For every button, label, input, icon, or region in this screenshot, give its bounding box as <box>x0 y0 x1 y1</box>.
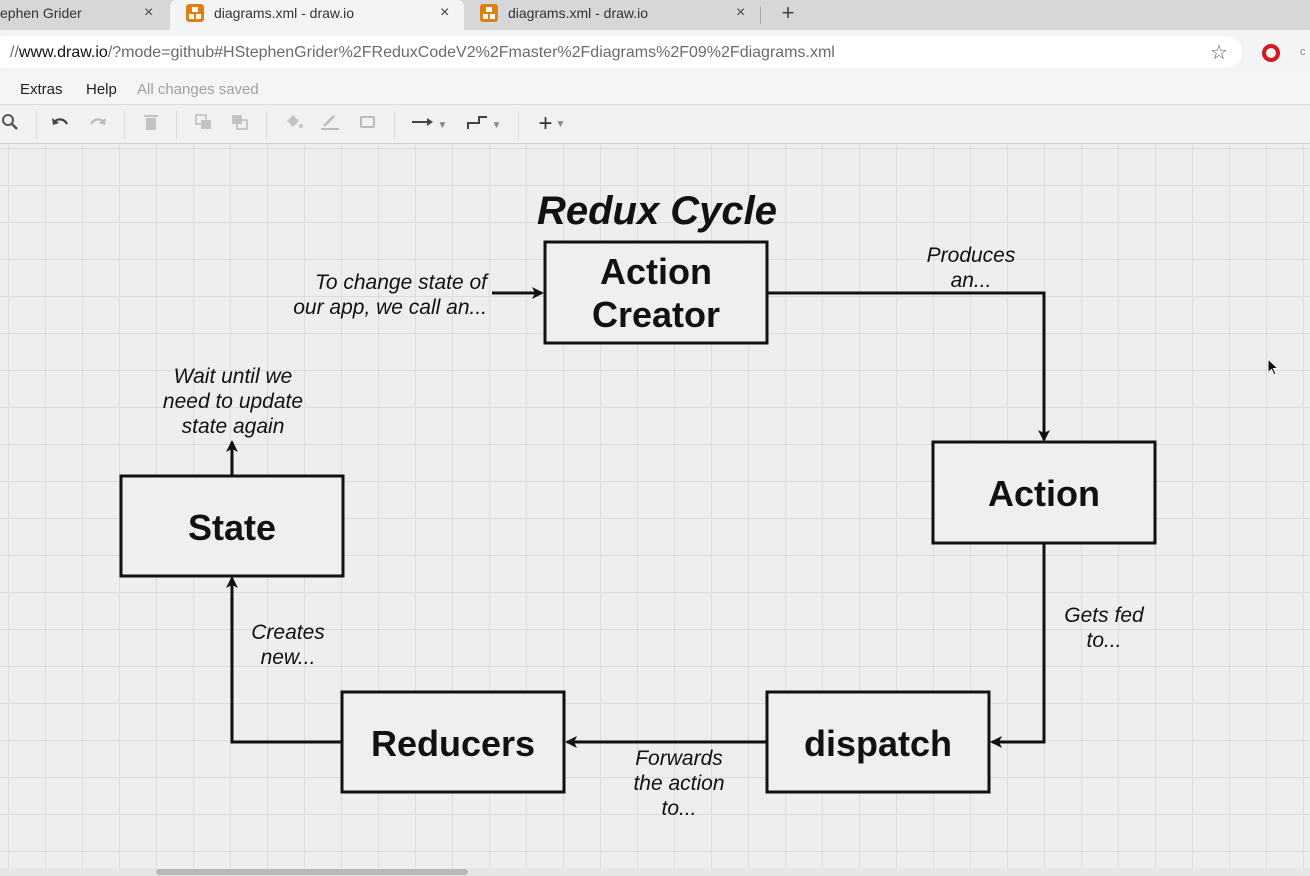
label-wait-line3[interactable]: state again <box>182 415 285 438</box>
scrollbar-thumb[interactable] <box>156 869 468 875</box>
line-color-icon[interactable] <box>318 113 342 135</box>
node-reducers[interactable]: Reducers <box>340 690 566 794</box>
toolbar-divider <box>266 111 267 139</box>
browser-tab-3[interactable]: diagrams.xml - draw.io × <box>466 0 756 30</box>
node-state-label: State <box>188 507 276 548</box>
shadow-icon[interactable] <box>356 113 380 135</box>
close-tab-icon[interactable]: × <box>736 0 745 26</box>
toolbar: ▼ ▼ + ▼ <box>0 104 1310 144</box>
browser-tab-strip: ephen Grider × diagrams.xml - draw.io × … <box>0 0 1310 30</box>
browser-tab-2[interactable]: diagrams.xml - draw.io × <box>170 0 464 30</box>
label-to-change-line1[interactable]: To change state of <box>315 271 489 294</box>
toolbar-divider <box>176 111 177 139</box>
diagram-title[interactable]: Redux Cycle <box>537 189 777 233</box>
drawio-favicon-icon <box>186 4 204 22</box>
node-reducers-label: Reducers <box>371 723 535 764</box>
label-gets-fed-line1[interactable]: Gets fed <box>1064 604 1145 627</box>
url-host: www.draw.io <box>18 44 108 61</box>
toolbar-divider <box>394 111 395 139</box>
drawio-favicon-icon <box>480 4 498 22</box>
url-path: /?mode=github#HStephenGrider%2FReduxCode… <box>107 44 835 61</box>
waypoints-icon[interactable]: ▼ <box>462 113 504 135</box>
connection-icon[interactable]: ▼ <box>408 113 450 135</box>
menu-extras[interactable]: Extras <box>20 81 63 98</box>
node-action-creator-line2: Creator <box>592 294 720 335</box>
to-front-icon[interactable] <box>192 113 216 135</box>
redo-icon[interactable] <box>86 113 110 135</box>
menubar: Extras Help All changes saved <box>0 74 1310 104</box>
mouse-cursor-icon <box>1267 358 1280 376</box>
to-back-icon[interactable] <box>228 113 252 135</box>
tab-title: diagrams.xml - draw.io <box>214 5 355 21</box>
node-action-creator-line1: Action <box>600 251 712 292</box>
extension-label[interactable]: c <box>1300 46 1306 58</box>
label-creates-line1[interactable]: Creates <box>251 621 325 644</box>
horizontal-scrollbar[interactable] <box>0 868 1310 876</box>
node-action-label: Action <box>988 473 1100 514</box>
node-action[interactable]: Action <box>931 440 1157 545</box>
url-text[interactable]: //www.draw.io/?mode=github#HStephenGride… <box>10 44 835 62</box>
label-forwards-line3[interactable]: to... <box>661 797 696 820</box>
address-bar-row: //www.draw.io/?mode=github#HStephenGride… <box>0 30 1310 74</box>
delete-icon[interactable] <box>140 113 162 135</box>
tab-title: ephen Grider <box>0 5 82 21</box>
star-icon[interactable]: ☆ <box>1210 40 1228 65</box>
edge-creator-to-action[interactable] <box>768 291 1050 442</box>
opera-icon[interactable] <box>1262 44 1280 62</box>
menu-help[interactable]: Help <box>86 81 117 98</box>
label-produces-line1[interactable]: Produces <box>927 244 1016 267</box>
label-wait-line2[interactable]: need to update <box>163 390 303 413</box>
label-forwards-line1[interactable]: Forwards <box>635 747 723 770</box>
save-status: All changes saved <box>137 81 259 98</box>
insert-icon[interactable]: + ▼ <box>532 112 572 136</box>
node-state[interactable]: State <box>119 474 345 578</box>
fill-color-icon[interactable] <box>282 113 306 135</box>
tab-divider <box>760 6 761 24</box>
url-prefix: // <box>10 44 19 61</box>
new-tab-button[interactable]: + <box>778 0 798 28</box>
edge-action-to-dispatch[interactable] <box>990 543 1046 748</box>
toolbar-divider <box>124 111 125 139</box>
close-tab-icon[interactable]: × <box>440 0 449 26</box>
diagram-canvas[interactable]: Redux Cycle Action Creator Action dispat… <box>0 144 1310 868</box>
label-gets-fed-line2[interactable]: to... <box>1086 629 1121 652</box>
tab-title: diagrams.xml - draw.io <box>508 5 649 21</box>
toolbar-divider <box>518 111 519 139</box>
toolbar-divider <box>36 111 37 139</box>
node-dispatch-label: dispatch <box>804 723 952 764</box>
zoom-icon[interactable] <box>0 113 20 135</box>
node-action-creator[interactable]: Action Creator <box>543 240 769 345</box>
diagram-svg: Redux Cycle Action Creator Action dispat… <box>119 189 1157 820</box>
label-creates-line2[interactable]: new... <box>261 646 316 669</box>
label-wait-line1[interactable]: Wait until we <box>174 365 293 388</box>
label-produces-line2[interactable]: an... <box>951 269 992 292</box>
close-tab-icon[interactable]: × <box>144 0 153 26</box>
undo-icon[interactable] <box>48 113 72 135</box>
browser-tab-1[interactable]: ephen Grider × <box>0 0 166 30</box>
label-forwards-line2[interactable]: the action <box>633 772 724 795</box>
label-to-change-line2[interactable]: our app, we call an... <box>293 296 487 319</box>
node-dispatch[interactable]: dispatch <box>765 690 991 794</box>
